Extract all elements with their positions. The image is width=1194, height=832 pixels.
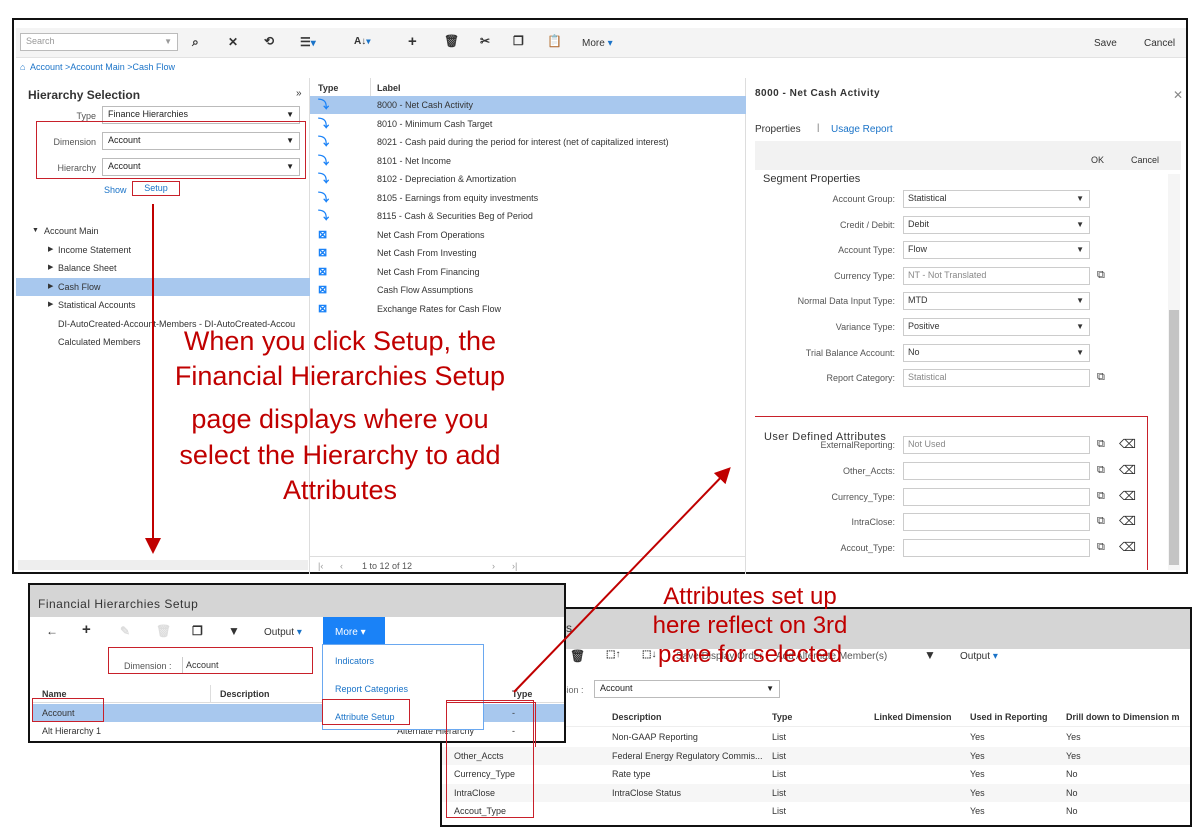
arrow-attributes	[513, 467, 731, 693]
annotation-arrows	[145, 204, 731, 693]
